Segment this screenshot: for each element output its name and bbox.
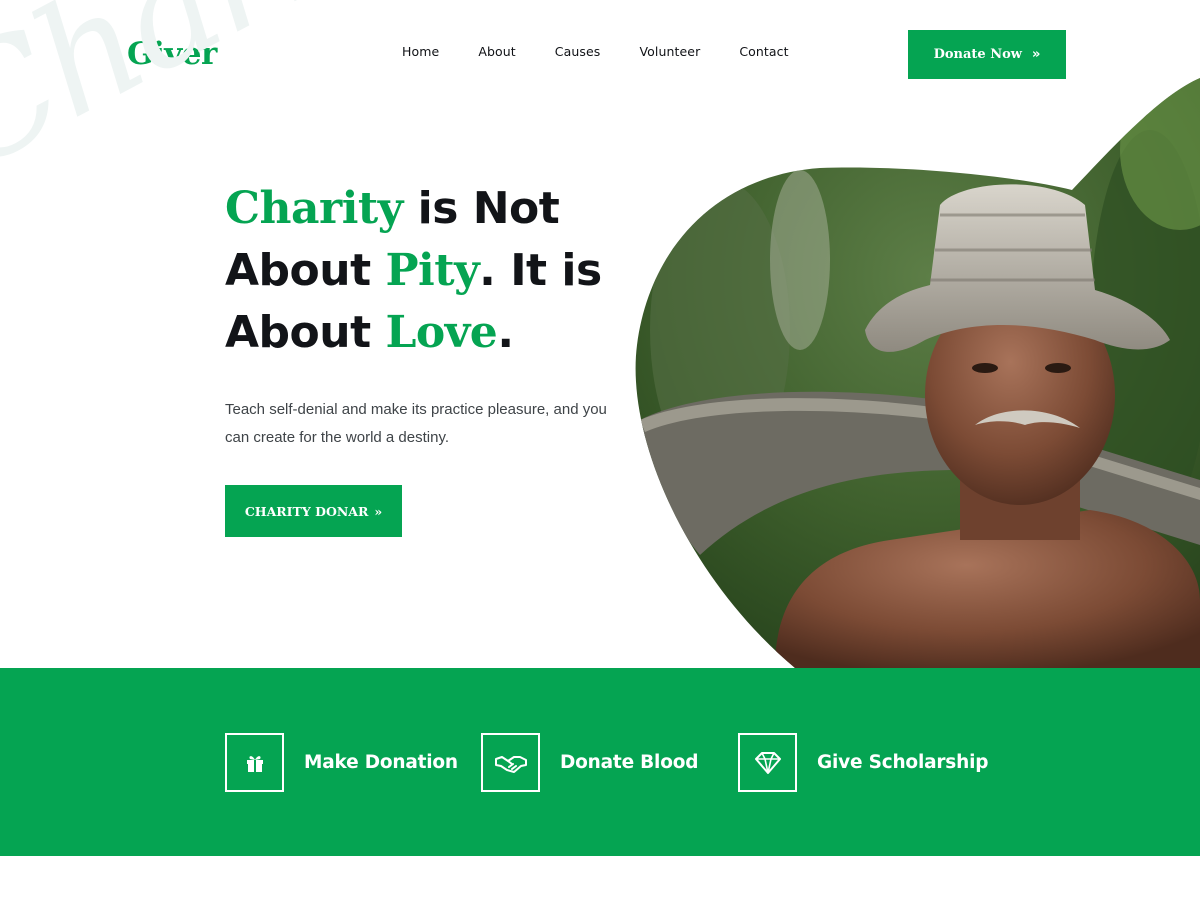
feature-icon-box: [225, 733, 284, 792]
diamond-icon: [754, 751, 781, 774]
feature-donate-blood[interactable]: Donate Blood: [481, 733, 698, 792]
gift-icon: [246, 755, 263, 772]
headline-line-1: Charity is Not: [225, 178, 602, 240]
headline-accent-charity: Charity: [225, 183, 403, 234]
headline-text: . It is: [479, 245, 602, 296]
feature-label: Give Scholarship: [817, 752, 989, 773]
hero-lead-text: Teach self-denial and make its practice …: [225, 401, 607, 446]
headline-text: is Not: [402, 183, 560, 234]
double-chevron-right-icon: »: [374, 503, 383, 519]
handshake-icon: [494, 755, 527, 773]
feature-band: Make Donation Donate Blood Give Scholars…: [0, 668, 1200, 856]
feature-icon-box: [481, 733, 540, 792]
feature-make-donation[interactable]: Make Donation: [225, 733, 458, 792]
feature-give-scholarship[interactable]: Give Scholarship: [738, 733, 988, 792]
hero-headline: Charity is Not About Pity. It is About L…: [225, 178, 602, 364]
headline-text: About: [225, 307, 386, 358]
feature-label: Make Donation: [304, 752, 458, 773]
headline-text: About: [225, 245, 386, 296]
charity-donar-label: CHARITY DONAR: [244, 503, 369, 519]
feature-label: Donate Blood: [560, 752, 699, 773]
charity-donar-button[interactable]: CHARITY DONAR »: [225, 485, 402, 537]
headline-text: .: [497, 307, 514, 358]
headline-accent-pity: Pity: [385, 245, 480, 296]
feature-icon-box: [738, 733, 797, 792]
headline-line-3: About Love.: [225, 302, 602, 364]
headline-accent-love: Love: [385, 307, 498, 358]
headline-line-2: About Pity. It is: [225, 240, 602, 302]
